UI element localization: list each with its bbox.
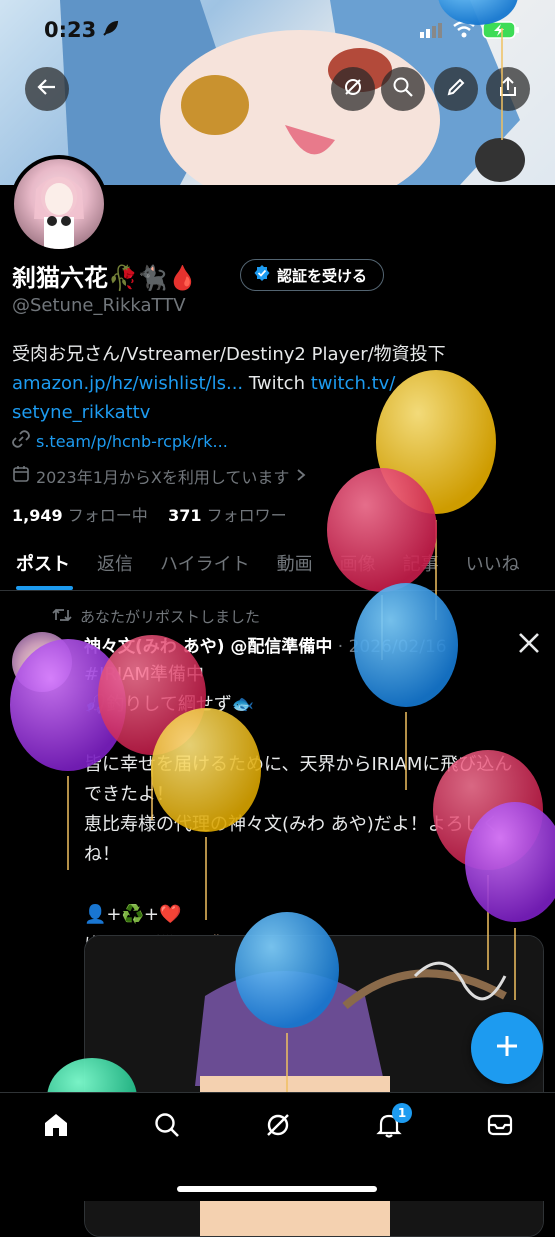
bio-twitch-link-cont[interactable]: setyne_rikkattv [12, 402, 150, 423]
profile-bio: 受肉お兄さん/Vstreamer/Destiny2 Player/物資投下 am… [12, 340, 542, 427]
profile-name: 刹猫六花🥀🐈‍⬛🩸 [12, 264, 198, 292]
profile-avatar[interactable] [10, 155, 108, 253]
x-logo-icon [518, 632, 540, 658]
profile-tabs: ポスト 返信 ハイライト 動画 画像 記事 いいね [0, 540, 555, 591]
compose-post-button[interactable] [471, 1012, 543, 1084]
grok-icon [342, 76, 364, 102]
search-icon [153, 1111, 181, 1143]
joined-text: 2023年1月からXを利用しています [36, 468, 290, 487]
edit-button[interactable] [434, 67, 478, 111]
following-label: フォロー中 [67, 506, 148, 525]
profile-website: s.team/p/hcnb-rcpk/rk... [12, 430, 228, 452]
post-author-avatar[interactable] [12, 632, 72, 692]
notification-badge: 1 [392, 1103, 412, 1123]
back-button[interactable] [25, 67, 69, 111]
avatar-illustration [34, 176, 84, 249]
nav-grok[interactable] [253, 1107, 303, 1147]
profile-joined: 2023年1月からXを利用しています [12, 464, 307, 488]
tab-videos[interactable]: 動画 [261, 540, 324, 590]
grok-icon [264, 1111, 292, 1143]
search-button[interactable] [381, 67, 425, 111]
repost-label: あなたがリポストしました [80, 608, 261, 626]
post-date: · 2026/02/16 [337, 637, 447, 657]
bio-mid-text: Twitch [243, 373, 311, 394]
status-time: 0:23 [44, 18, 97, 42]
tab-highlights[interactable]: ハイライト [144, 540, 261, 590]
nav-home[interactable] [31, 1107, 81, 1147]
following-link[interactable]: 1,949 フォロー中 [12, 506, 148, 525]
tab-images[interactable]: 画像 [324, 540, 387, 590]
followers-link[interactable]: 371 フォロワー [168, 506, 287, 525]
share-button[interactable] [486, 67, 530, 111]
bio-twitch-link[interactable]: twitch.tv/ [311, 373, 396, 394]
website-link[interactable]: s.team/p/hcnb-rcpk/rk... [36, 432, 228, 451]
search-icon [392, 76, 414, 102]
nav-messages[interactable] [475, 1107, 525, 1147]
nav-search[interactable] [142, 1107, 192, 1147]
arrow-left-icon [36, 76, 58, 102]
plus-icon [494, 1033, 520, 1063]
edit-icon [445, 76, 467, 102]
get-verified-label: 認証を受ける [277, 266, 368, 285]
followers-label: フォロワー [206, 506, 287, 525]
home-icon [42, 1111, 70, 1143]
post-text: #IRIAM準備中 🎣釣りして綱せず🐟 皆に幸せを届けるために、天界からIRIA… [84, 664, 513, 955]
profile-handle: @Setune_RikkaTTV [12, 295, 186, 316]
chevron-right-icon[interactable] [295, 467, 307, 486]
link-icon [12, 430, 30, 452]
calendar-icon [12, 465, 30, 487]
get-verified-button[interactable]: 認証を受ける [240, 259, 385, 291]
tab-posts[interactable]: ポスト [0, 540, 81, 590]
rocket-icon [100, 19, 120, 43]
follow-stats: 1,949 フォロー中 371 フォロワー [12, 502, 287, 526]
post-author[interactable]: 神々文(みわ あや) @配信準備中 · 2026/02/16 [84, 632, 447, 657]
repost-indicator: あなたがリポストしました [52, 606, 260, 627]
nav-notifications[interactable]: 1 [364, 1103, 414, 1147]
verified-badge-icon [253, 264, 271, 286]
status-bar: 0:23 [0, 0, 555, 60]
bio-text: 受肉お兄さん/Vstreamer/Destiny2 Player/物資投下 [12, 344, 446, 365]
tab-likes[interactable]: いいね [450, 540, 531, 590]
share-icon [497, 76, 519, 102]
following-count: 1,949 [12, 506, 63, 525]
post-author-name: 神々文(みわ あや) @配信準備中 [84, 637, 333, 657]
bio-wishlist-link[interactable]: amazon.jp/hz/wishlist/ls... [12, 373, 243, 394]
grok-button[interactable] [331, 67, 375, 111]
repost-icon [52, 607, 72, 627]
tab-articles[interactable]: 記事 [387, 540, 450, 590]
followers-count: 371 [168, 506, 202, 525]
wifi-icon [452, 20, 476, 42]
cellular-signal-icon [420, 22, 444, 42]
messages-icon [486, 1111, 514, 1143]
tab-replies[interactable]: 返信 [81, 540, 144, 590]
bottom-navigation: 1 [0, 1092, 555, 1201]
battery-charging-icon [482, 20, 520, 44]
home-indicator [177, 1186, 377, 1192]
